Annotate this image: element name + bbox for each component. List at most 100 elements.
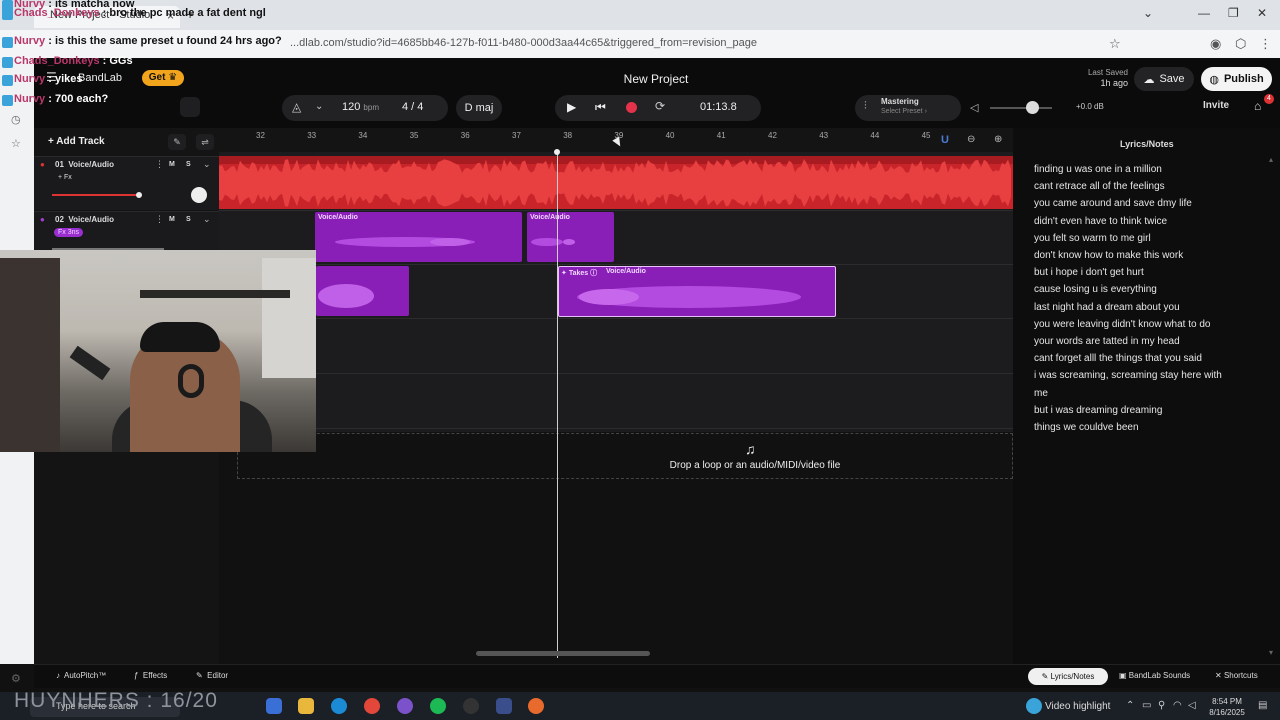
notifications-icon[interactable]: ▤ (1258, 700, 1267, 711)
horizontal-scrollbar[interactable] (476, 651, 650, 656)
extensions-icon[interactable]: ⬡ (1235, 36, 1246, 52)
time-signature[interactable]: 4 / 4 (402, 101, 423, 113)
solo-button[interactable]: S (186, 216, 191, 223)
chevron-down-icon[interactable]: ⌄ (315, 101, 323, 112)
get-membership-button[interactable]: Get ♛ (142, 70, 184, 86)
copilot-icon[interactable] (266, 698, 282, 714)
publish-button[interactable]: ◍ Publish (1201, 67, 1272, 91)
window-close-icon[interactable]: ✕ (1257, 6, 1267, 20)
video-highlight-icon[interactable] (1026, 698, 1042, 714)
drop-zone[interactable] (237, 433, 1013, 479)
editor-button[interactable]: ✎ Editor (196, 671, 228, 680)
edge-icon[interactable] (331, 698, 347, 714)
tray-chevron-icon[interactable]: ⌃ (1126, 700, 1134, 711)
url-text[interactable]: ...dlab.com/studio?id=4685bb46-127b-f011… (290, 37, 757, 49)
restore-icon[interactable]: ❐ (1228, 6, 1239, 20)
lyric-line[interactable]: me (1034, 388, 1048, 399)
autopitch-button[interactable]: ♪ AutoPitch™ (56, 671, 106, 680)
track-menu-icon[interactable]: ⋮ (155, 214, 164, 225)
track-menu-icon[interactable]: ⋮ (155, 159, 164, 170)
effects-button[interactable]: ƒ Effects (134, 671, 167, 680)
firefox-icon[interactable] (528, 698, 544, 714)
chevron-down-icon[interactable]: ⌄ (203, 214, 211, 225)
lyric-line[interactable]: cant forget alll the things that you sai… (1034, 353, 1202, 364)
video-highlight-label[interactable]: Video highlight (1045, 701, 1110, 712)
volume-slider-handle[interactable] (1026, 101, 1039, 114)
shortcuts-button[interactable]: ✕ Shortcuts (1215, 671, 1258, 680)
fx-button[interactable]: + Fx (54, 173, 76, 182)
invite-button[interactable]: Invite (1203, 100, 1229, 111)
tuner-icon[interactable]: ✎ (168, 134, 186, 150)
skip-back-icon[interactable]: ⏮ (595, 100, 606, 115)
chevron-down-icon[interactable]: ⌄ (203, 159, 211, 170)
settings-gear-icon[interactable]: ⚙ (11, 672, 21, 685)
takes-label[interactable]: ✦ Takes ⓘ (561, 268, 597, 278)
snap-magnet-icon[interactable]: U (941, 134, 949, 146)
project-title[interactable]: New Project (600, 72, 712, 86)
obs-icon[interactable] (397, 698, 413, 714)
play-icon[interactable]: ▶ (567, 100, 576, 114)
taskbar-clock[interactable]: 8:54 PM 8/16/2025 (1205, 696, 1249, 718)
bandlab-logo[interactable]: BandLab (78, 72, 122, 84)
zoom-out-icon[interactable]: ⊖ (967, 134, 975, 145)
loop-icon[interactable]: ⟳ (655, 99, 665, 113)
scroll-up-icon[interactable]: ▴ (1269, 155, 1273, 164)
track-name[interactable]: 01 Voice/Audio (55, 160, 114, 169)
network-icon[interactable]: ▭ (1142, 700, 1151, 711)
lyric-line[interactable]: you were leaving didn't know what to do (1034, 319, 1210, 330)
lyric-line[interactable]: finding u was one in a million (1034, 164, 1162, 175)
lyric-line[interactable]: i was screaming, screaming stay here wit… (1034, 370, 1222, 381)
lyric-line[interactable]: last night had a dream about you (1034, 302, 1180, 313)
minimize-icon[interactable]: — (1198, 6, 1210, 20)
app-icon[interactable] (496, 698, 512, 714)
solo-button[interactable]: S (186, 161, 191, 168)
lyric-line[interactable]: didn't even have to think twice (1034, 216, 1167, 227)
master-volume-slider[interactable] (990, 107, 1052, 109)
playhead[interactable] (557, 150, 558, 658)
track-name[interactable]: 02 Voice/Audio (55, 215, 114, 224)
fx-button[interactable]: Fx 3ns (54, 228, 84, 237)
lyric-line[interactable]: but i was dreaming dreaming (1034, 405, 1162, 416)
mixer-icon[interactable]: ⇌ (196, 134, 214, 150)
profile-icon[interactable]: ◉ (1210, 36, 1221, 52)
takes-clip-selected[interactable] (558, 266, 836, 317)
chevron-down-icon[interactable]: ⌄ (1143, 6, 1153, 20)
history-icon[interactable]: ◷ (11, 113, 21, 126)
pan-knob[interactable] (191, 187, 207, 203)
mute-button[interactable]: M (169, 216, 175, 223)
wifi-icon[interactable]: ◠ (1173, 700, 1182, 711)
chrome-icon[interactable] (364, 698, 380, 714)
audio-clip-track1[interactable] (219, 156, 1013, 209)
lyric-line[interactable]: your words are tatted in my head (1034, 336, 1180, 347)
audio-clip[interactable] (316, 266, 409, 316)
lyric-line[interactable]: you felt so warm to me girl (1034, 233, 1151, 244)
bandlab-sounds-tab[interactable]: ▣ BandLab Sounds (1119, 671, 1190, 680)
lyrics-notes-tab[interactable]: ✎ Lyrics/Notes (1028, 668, 1108, 685)
scroll-down-icon[interactable]: ▾ (1269, 648, 1273, 657)
save-button[interactable]: ☁ Save (1134, 67, 1194, 91)
track-volume-slider[interactable] (52, 194, 138, 196)
star-icon[interactable]: ☆ (11, 137, 21, 150)
bookmark-star-icon[interactable]: ☆ (1109, 36, 1121, 52)
volume-handle[interactable] (136, 192, 142, 198)
undo-button[interactable] (180, 97, 200, 117)
lyric-line[interactable]: things we couldve been (1034, 422, 1139, 433)
spotify-icon[interactable] (430, 698, 446, 714)
add-track-button[interactable]: + Add Track (48, 136, 105, 147)
lyric-line[interactable]: cause losing u is everything (1034, 284, 1157, 295)
lyric-line[interactable]: but i hope i don't get hurt (1034, 267, 1144, 278)
record-icon[interactable] (626, 102, 637, 113)
zoom-in-icon[interactable]: ⊕ (994, 134, 1002, 145)
key-selector[interactable]: D maj (456, 95, 502, 121)
app-icon[interactable] (463, 698, 479, 714)
playhead-handle[interactable] (554, 149, 560, 155)
file-explorer-icon[interactable] (298, 698, 314, 714)
metronome-icon[interactable]: ◬ (292, 100, 301, 114)
speaker-icon[interactable]: ◁ (970, 101, 978, 114)
lyric-line[interactable]: don't know how to make this work (1034, 250, 1183, 261)
more-menu-icon[interactable]: ⋮ (1259, 36, 1272, 52)
bpm-field[interactable]: 120 bpm (342, 101, 379, 113)
microphone-tray-icon[interactable]: ⚲ (1158, 700, 1165, 711)
volume-tray-icon[interactable]: ◁ (1188, 700, 1196, 711)
lyric-line[interactable]: cant retrace all of the feelings (1034, 181, 1165, 192)
